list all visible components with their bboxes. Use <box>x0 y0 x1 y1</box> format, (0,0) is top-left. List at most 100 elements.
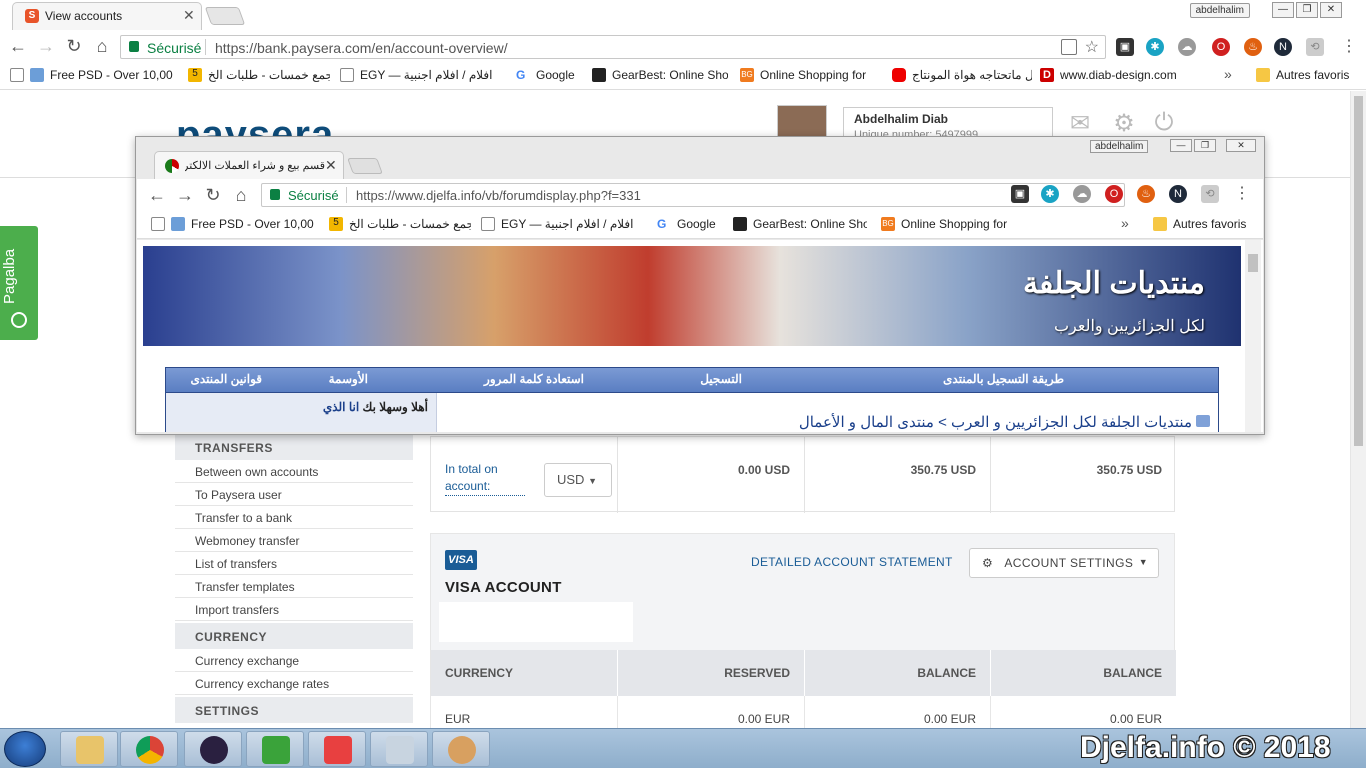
fire-icon[interactable]: ♨ <box>1137 185 1155 203</box>
address-bar[interactable]: Sécurisé https://www.djelfa.info/vb/foru… <box>261 183 1125 207</box>
opera-icon[interactable]: O <box>1212 38 1230 56</box>
page-scrollbar[interactable] <box>1350 91 1366 728</box>
menu-dots-icon[interactable]: ⋮ <box>1340 38 1358 56</box>
extension-icon-2[interactable]: ✱ <box>1146 38 1164 56</box>
nav-password-recovery[interactable]: استعادة كلمة المرور <box>484 372 584 386</box>
bookmark-1[interactable]: Free PSD - Over 10,00 <box>10 68 180 82</box>
taskbar-explorer[interactable] <box>60 731 118 767</box>
sidebar-item-to-bank[interactable]: Transfer to a bank <box>175 506 413 529</box>
home-icon[interactable]: ⌂ <box>92 36 112 56</box>
help-tab[interactable]: Pagalba <box>0 226 38 340</box>
taskbar-calculator[interactable] <box>370 731 428 767</box>
sidebar-item-webmoney[interactable]: Webmoney transfer <box>175 529 413 552</box>
start-button[interactable] <box>4 731 46 767</box>
fire-icon[interactable]: ♨ <box>1244 38 1262 56</box>
new-badge-icon[interactable]: N <box>1169 185 1187 203</box>
close-window-button[interactable]: ✕ <box>1226 139 1256 152</box>
address-bar[interactable]: Sécurisé https://bank.paysera.com/en/acc… <box>120 35 1106 59</box>
pdf-icon[interactable]: ⟲ <box>1306 38 1324 56</box>
breadcrumb[interactable]: منتديات الجلفة لكل الجزائريين و العرب > … <box>799 413 1192 431</box>
bookmark-gearbest[interactable]: GearBest: Online Sho <box>592 68 728 82</box>
scrollbar-thumb[interactable] <box>1248 254 1258 272</box>
power-icon[interactable]: ⏻ <box>1150 109 1178 136</box>
bookmark-montage[interactable]: كل ماتحتاجه هواة المونتاج - <box>892 68 1032 82</box>
tab-djelfa-forum[interactable]: قسم بيع و شراء العملات الالكترونية ✕ <box>154 151 344 179</box>
reload-icon[interactable]: ↻ <box>203 185 223 205</box>
taskbar-app5[interactable] <box>308 731 366 767</box>
home-icon[interactable]: ⌂ <box>231 185 251 205</box>
pdf-icon[interactable]: ⟲ <box>1201 185 1219 203</box>
more-bookmarks-icon[interactable]: » <box>1224 66 1232 82</box>
sidebar-item-list-transfers[interactable]: List of transfers <box>175 552 413 575</box>
detailed-statement-link[interactable]: DETAILED ACCOUNT STATEMENT <box>751 555 953 569</box>
more-bookmarks-icon[interactable]: » <box>1121 215 1129 231</box>
sidebar-item-import[interactable]: Import transfers <box>175 598 413 621</box>
popup-scrollbar[interactable] <box>1245 240 1261 432</box>
total-label[interactable]: In total on account: <box>445 461 525 496</box>
other-bookmarks[interactable]: Autres favoris <box>1256 68 1356 82</box>
extension-icon-2[interactable]: ✱ <box>1041 185 1059 203</box>
mail-icon[interactable]: ✉ <box>1066 109 1094 137</box>
forward-icon[interactable]: → <box>36 36 56 56</box>
nav-badges[interactable]: الأوسمة <box>329 372 368 386</box>
close-tab-icon[interactable]: ✕ <box>183 7 195 24</box>
translate-icon[interactable] <box>1061 39 1077 55</box>
reload-icon[interactable]: ↻ <box>64 36 84 56</box>
tab-view-accounts[interactable]: S View accounts ✕ <box>12 2 202 30</box>
url-text[interactable]: https://bank.paysera.com/en/account-over… <box>215 40 508 56</box>
taskbar-app3[interactable] <box>184 731 242 767</box>
gear-icon[interactable]: ⚙ <box>1110 109 1138 137</box>
url-text[interactable]: https://www.djelfa.info/vb/forumdisplay.… <box>356 188 641 203</box>
opera-icon[interactable]: O <box>1105 185 1123 203</box>
nav-registration-method[interactable]: طريقة التسجيل بالمنتدى <box>943 372 1064 386</box>
bookmark-gearbest[interactable]: GearBest: Online Sho <box>733 217 867 231</box>
nav-forum-rules[interactable]: قوانين المنتدى <box>190 372 262 386</box>
forum-banner[interactable]: منتديات الجلفة لكل الجزائريين والعرب <box>143 246 1241 346</box>
username-link[interactable]: انا الذي <box>323 400 359 414</box>
bookmark-diab[interactable]: Dwww.diab-design.com <box>1040 68 1180 82</box>
bookmark-banggood[interactable]: BG Online Shopping for <box>740 68 878 82</box>
bookmark-3[interactable]: EGY — افلام / افلام اجنبية <box>481 217 651 231</box>
bookmark-3[interactable]: EGY — افلام / افلام اجنبية <box>340 68 510 82</box>
back-icon[interactable]: ← <box>8 36 28 56</box>
bookmark-google[interactable]: G Google <box>516 68 586 82</box>
scrollbar-thumb[interactable] <box>1354 96 1363 446</box>
extension-icon-1[interactable]: ▣ <box>1116 38 1134 56</box>
close-tab-icon[interactable]: ✕ <box>325 157 337 174</box>
sidebar-item-exchange[interactable]: Currency exchange <box>175 649 413 672</box>
bookmark-star-icon[interactable]: ☆ <box>1085 37 1099 57</box>
bookmark-google[interactable]: G Google <box>657 217 727 231</box>
bookmark-2[interactable]: 5 مجمع خمسات - طلبات الخ <box>188 68 330 82</box>
other-bookmarks[interactable]: Autres favoris <box>1153 217 1253 231</box>
profile-chip[interactable]: abdelhalim <box>1189 3 1250 18</box>
new-tab-button[interactable] <box>204 7 246 25</box>
taskbar-paint[interactable] <box>432 731 490 767</box>
taskbar-idm[interactable] <box>246 731 304 767</box>
sidebar-item-templates[interactable]: Transfer templates <box>175 575 413 598</box>
currency-select[interactable]: USD ▼ <box>544 463 612 497</box>
forward-icon[interactable]: → <box>175 185 195 205</box>
bookmark-banggood[interactable]: BG Online Shopping for <box>881 217 1019 231</box>
cloud-icon[interactable]: ☁ <box>1073 185 1091 203</box>
new-tab-button[interactable] <box>347 158 383 174</box>
cloud-icon[interactable]: ☁ <box>1178 38 1196 56</box>
minimize-button[interactable]: — <box>1170 139 1192 152</box>
close-window-button[interactable]: ✕ <box>1320 2 1342 18</box>
minimize-button[interactable]: — <box>1272 2 1294 18</box>
restore-button[interactable]: ❐ <box>1296 2 1318 18</box>
sidebar-item-to-paysera[interactable]: To Paysera user <box>175 483 413 506</box>
nav-register[interactable]: التسجيل <box>700 372 742 386</box>
extension-icon-1[interactable]: ▣ <box>1011 185 1029 203</box>
sidebar-item-rates[interactable]: Currency exchange rates <box>175 672 413 695</box>
back-icon[interactable]: ← <box>147 185 167 205</box>
bookmark-2[interactable]: 5 مجمع خمسات - طلبات الخ <box>329 217 471 231</box>
menu-dots-icon[interactable]: ⋮ <box>1233 185 1251 203</box>
browser-toolbar: ← → ↻ ⌂ Sécurisé https://www.djelfa.info… <box>137 179 1263 211</box>
profile-chip[interactable]: abdelhalim <box>1090 140 1149 153</box>
restore-button[interactable]: ❐ <box>1194 139 1216 152</box>
bookmark-1[interactable]: Free PSD - Over 10,00 <box>151 217 321 231</box>
account-settings-button[interactable]: ⚙ ACCOUNT SETTINGS ▼ <box>969 548 1159 578</box>
sidebar-item-between-own[interactable]: Between own accounts <box>175 460 413 483</box>
taskbar-chrome[interactable] <box>120 731 178 767</box>
new-badge-icon[interactable]: N <box>1274 38 1292 56</box>
